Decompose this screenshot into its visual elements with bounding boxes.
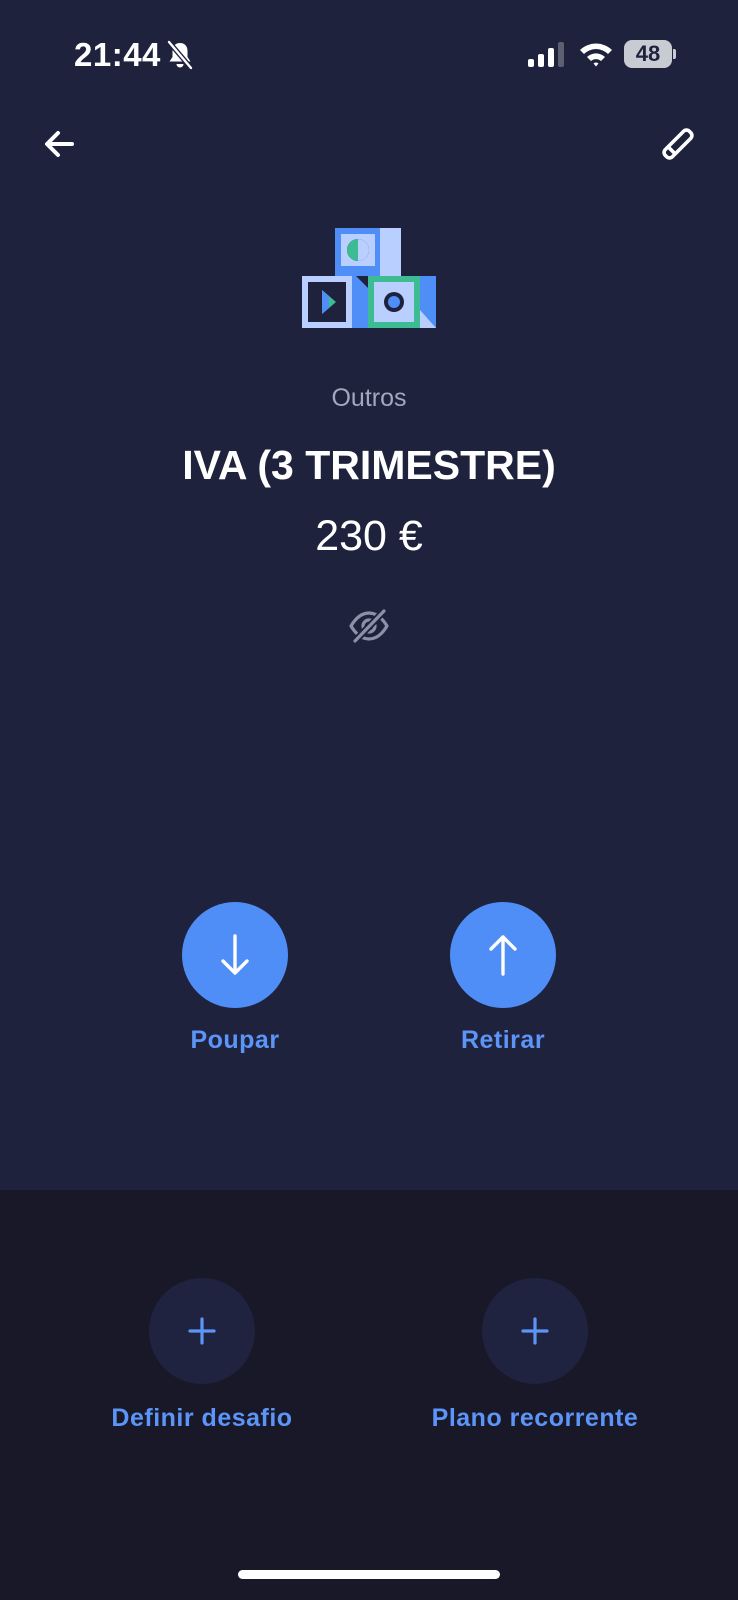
battery-nub [673, 49, 676, 59]
back-arrow-icon[interactable] [40, 124, 80, 164]
recurring-plan-button[interactable] [482, 1278, 588, 1384]
vault-amount: 230 € [315, 512, 423, 560]
signal-icon [528, 42, 564, 67]
plus-icon [521, 1317, 549, 1345]
withdraw-button[interactable] [450, 902, 556, 1008]
options-panel: Definir desafio Plano recorrente [0, 1190, 738, 1600]
home-indicator[interactable] [238, 1570, 500, 1579]
save-button[interactable] [182, 902, 288, 1008]
set-challenge-label[interactable]: Definir desafio [52, 1404, 352, 1433]
plus-icon [188, 1317, 216, 1345]
battery-level: 48 [624, 40, 672, 68]
set-challenge-option[interactable]: Definir desafio [52, 1278, 352, 1433]
vault-category: Outros [331, 384, 407, 412]
pencil-icon[interactable] [656, 122, 700, 166]
set-challenge-button[interactable] [149, 1278, 255, 1384]
withdraw-action[interactable]: Retirar [403, 902, 603, 1055]
battery-icon: 48 [624, 40, 676, 68]
withdraw-label[interactable]: Retirar [403, 1026, 603, 1055]
status-time: 21:44 [74, 36, 161, 73]
bell-slash-icon [167, 40, 193, 70]
save-label[interactable]: Poupar [135, 1026, 335, 1055]
arrow-up-icon [489, 935, 517, 976]
recurring-plan-label[interactable]: Plano recorrente [385, 1404, 685, 1433]
wifi-icon [580, 43, 612, 67]
eye-slash-icon[interactable] [348, 606, 390, 646]
save-action[interactable]: Poupar [135, 902, 335, 1055]
vault-name: IVA (3 TRIMESTRE) [182, 442, 556, 488]
arrow-down-icon [221, 934, 249, 975]
vault-illustration [302, 228, 436, 328]
status-bar: 21:44 48 [0, 0, 738, 110]
recurring-plan-option[interactable]: Plano recorrente [385, 1278, 685, 1433]
